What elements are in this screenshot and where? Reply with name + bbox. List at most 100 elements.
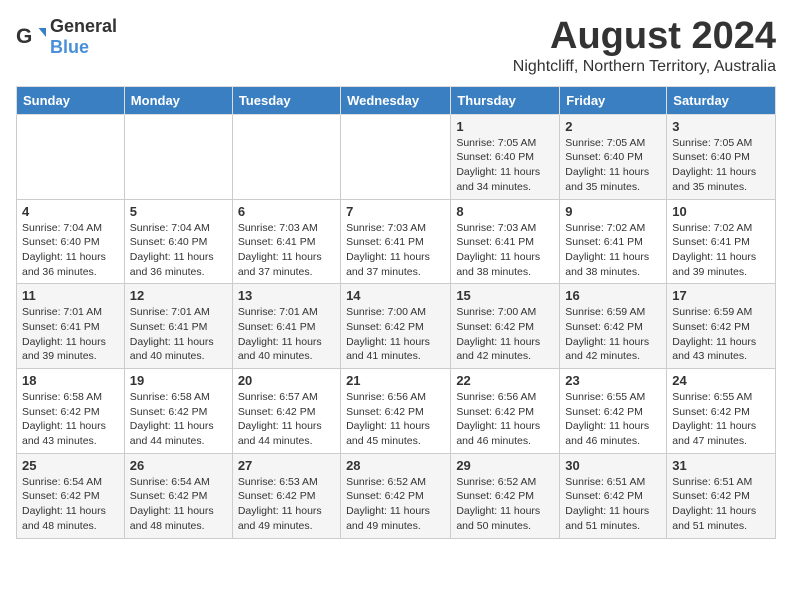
- calendar-cell: 31 Sunrise: 6:51 AMSunset: 6:42 PMDayligh…: [667, 453, 776, 538]
- calendar-cell: 11 Sunrise: 7:01 AMSunset: 6:41 PMDayligh…: [17, 284, 125, 369]
- header-thursday: Thursday: [451, 86, 560, 114]
- day-number: 22: [456, 373, 554, 388]
- logo-icon: G: [16, 22, 46, 52]
- day-info: Sunrise: 6:58 AMSunset: 6:42 PMDaylight:…: [130, 390, 227, 449]
- calendar-cell: 26Sunrise: 6:54 AMSunset: 6:42 PMDayligh…: [124, 453, 232, 538]
- day-number: 26: [130, 458, 227, 473]
- calendar-cell: 30Sunrise: 6:51 AMSunset: 6:42 PMDayligh…: [560, 453, 667, 538]
- calendar-cell: 9 Sunrise: 7:02 AMSunset: 6:41 PMDaylight…: [560, 199, 667, 284]
- day-info: Sunrise: 7:01 AMSunset: 6:41 PMDaylight:…: [238, 305, 335, 364]
- day-number: 14: [346, 288, 445, 303]
- day-info: Sunrise: 7:05 AMSunset: 6:40 PMDaylight:…: [672, 136, 770, 195]
- calendar-cell: [341, 114, 451, 199]
- day-number: 11: [22, 288, 119, 303]
- day-info: Sunrise: 6:59 AMSunset: 6:42 PMDaylight:…: [672, 305, 770, 364]
- day-number: 8: [456, 204, 554, 219]
- calendar-cell: 4 Sunrise: 7:04 AMSunset: 6:40 PMDaylight…: [17, 199, 125, 284]
- calendar-cell: 14 Sunrise: 7:00 AMSunset: 6:42 PMDayligh…: [341, 284, 451, 369]
- day-number: 17: [672, 288, 770, 303]
- header: G General Blue August 2024 Nightcliff, N…: [16, 16, 776, 76]
- calendar-cell: 7 Sunrise: 7:03 AMSunset: 6:41 PMDaylight…: [341, 199, 451, 284]
- page-title: August 2024: [513, 16, 776, 58]
- day-number: 19: [130, 373, 227, 388]
- day-info: Sunrise: 7:03 AMSunset: 6:41 PMDaylight:…: [238, 221, 335, 280]
- calendar-cell: 15Sunrise: 7:00 AMSunset: 6:42 PMDayligh…: [451, 284, 560, 369]
- day-number: 31: [672, 458, 770, 473]
- page-subtitle: Nightcliff, Northern Territory, Australi…: [513, 58, 776, 76]
- calendar-cell: 21 Sunrise: 6:56 AMSunset: 6:42 PMDayligh…: [341, 369, 451, 454]
- logo: G General Blue: [16, 16, 117, 58]
- calendar-cell: 23 Sunrise: 6:55 AMSunset: 6:42 PMDayligh…: [560, 369, 667, 454]
- calendar-cell: 2Sunrise: 7:05 AMSunset: 6:40 PMDaylight…: [560, 114, 667, 199]
- calendar-cell: 8Sunrise: 7:03 AMSunset: 6:41 PMDaylight…: [451, 199, 560, 284]
- day-number: 2: [565, 119, 661, 134]
- day-info: Sunrise: 6:57 AMSunset: 6:42 PMDaylight:…: [238, 390, 335, 449]
- day-number: 27: [238, 458, 335, 473]
- day-info: Sunrise: 7:04 AMSunset: 6:40 PMDaylight:…: [22, 221, 119, 280]
- day-info: Sunrise: 7:00 AMSunset: 6:42 PMDaylight:…: [456, 305, 554, 364]
- day-number: 5: [130, 204, 227, 219]
- day-info: Sunrise: 7:05 AMSunset: 6:40 PMDaylight:…: [456, 136, 554, 195]
- day-info: Sunrise: 7:02 AMSunset: 6:41 PMDaylight:…: [672, 221, 770, 280]
- calendar-cell: 3 Sunrise: 7:05 AMSunset: 6:40 PMDaylight…: [667, 114, 776, 199]
- day-info: Sunrise: 7:03 AMSunset: 6:41 PMDaylight:…: [346, 221, 445, 280]
- calendar-cell: [232, 114, 340, 199]
- calendar-week-4: 18 Sunrise: 6:58 AMSunset: 6:42 PMDayligh…: [17, 369, 776, 454]
- header-wednesday: Wednesday: [341, 86, 451, 114]
- day-number: 29: [456, 458, 554, 473]
- day-number: 9: [565, 204, 661, 219]
- day-number: 3: [672, 119, 770, 134]
- day-info: Sunrise: 6:58 AMSunset: 6:42 PMDaylight:…: [22, 390, 119, 449]
- day-number: 28: [346, 458, 445, 473]
- day-info: Sunrise: 7:01 AMSunset: 6:41 PMDaylight:…: [22, 305, 119, 364]
- day-info: Sunrise: 7:02 AMSunset: 6:41 PMDaylight:…: [565, 221, 661, 280]
- day-number: 18: [22, 373, 119, 388]
- day-info: Sunrise: 6:53 AMSunset: 6:42 PMDaylight:…: [238, 475, 335, 534]
- day-number: 13: [238, 288, 335, 303]
- calendar-week-1: 1 Sunrise: 7:05 AMSunset: 6:40 PMDaylight…: [17, 114, 776, 199]
- calendar-cell: [124, 114, 232, 199]
- day-number: 10: [672, 204, 770, 219]
- calendar-cell: 27 Sunrise: 6:53 AMSunset: 6:42 PMDayligh…: [232, 453, 340, 538]
- day-info: Sunrise: 6:59 AMSunset: 6:42 PMDaylight:…: [565, 305, 661, 364]
- day-info: Sunrise: 6:55 AMSunset: 6:42 PMDaylight:…: [672, 390, 770, 449]
- day-info: Sunrise: 7:00 AMSunset: 6:42 PMDaylight:…: [346, 305, 445, 364]
- day-info: Sunrise: 7:01 AMSunset: 6:41 PMDaylight:…: [130, 305, 227, 364]
- day-info: Sunrise: 6:51 AMSunset: 6:42 PMDaylight:…: [565, 475, 661, 534]
- day-number: 12: [130, 288, 227, 303]
- day-number: 6: [238, 204, 335, 219]
- calendar-cell: 20 Sunrise: 6:57 AMSunset: 6:42 PMDayligh…: [232, 369, 340, 454]
- calendar-week-3: 11 Sunrise: 7:01 AMSunset: 6:41 PMDayligh…: [17, 284, 776, 369]
- header-tuesday: Tuesday: [232, 86, 340, 114]
- calendar-cell: 17 Sunrise: 6:59 AMSunset: 6:42 PMDayligh…: [667, 284, 776, 369]
- day-info: Sunrise: 6:56 AMSunset: 6:42 PMDaylight:…: [346, 390, 445, 449]
- calendar-cell: 16 Sunrise: 6:59 AMSunset: 6:42 PMDayligh…: [560, 284, 667, 369]
- day-info: Sunrise: 6:55 AMSunset: 6:42 PMDaylight:…: [565, 390, 661, 449]
- day-number: 1: [456, 119, 554, 134]
- day-number: 23: [565, 373, 661, 388]
- header-sunday: Sunday: [17, 86, 125, 114]
- calendar-cell: 1 Sunrise: 7:05 AMSunset: 6:40 PMDaylight…: [451, 114, 560, 199]
- day-number: 7: [346, 204, 445, 219]
- day-info: Sunrise: 6:52 AMSunset: 6:42 PMDaylight:…: [456, 475, 554, 534]
- day-number: 25: [22, 458, 119, 473]
- calendar-cell: 28Sunrise: 6:52 AMSunset: 6:42 PMDayligh…: [341, 453, 451, 538]
- day-info: Sunrise: 6:51 AMSunset: 6:42 PMDaylight:…: [672, 475, 770, 534]
- day-number: 21: [346, 373, 445, 388]
- day-info: Sunrise: 6:54 AMSunset: 6:42 PMDaylight:…: [22, 475, 119, 534]
- day-number: 16: [565, 288, 661, 303]
- calendar-cell: 10 Sunrise: 7:02 AMSunset: 6:41 PMDayligh…: [667, 199, 776, 284]
- calendar-week-5: 25 Sunrise: 6:54 AMSunset: 6:42 PMDayligh…: [17, 453, 776, 538]
- header-friday: Friday: [560, 86, 667, 114]
- day-number: 4: [22, 204, 119, 219]
- calendar-cell: 19 Sunrise: 6:58 AMSunset: 6:42 PMDayligh…: [124, 369, 232, 454]
- calendar-table: SundayMondayTuesdayWednesdayThursdayFrid…: [16, 86, 776, 539]
- day-number: 20: [238, 373, 335, 388]
- calendar-cell: 22 Sunrise: 6:56 AMSunset: 6:42 PMDayligh…: [451, 369, 560, 454]
- title-area: August 2024 Nightcliff, Northern Territo…: [513, 16, 776, 76]
- calendar-cell: 25 Sunrise: 6:54 AMSunset: 6:42 PMDayligh…: [17, 453, 125, 538]
- day-info: Sunrise: 6:56 AMSunset: 6:42 PMDaylight:…: [456, 390, 554, 449]
- calendar-cell: 18 Sunrise: 6:58 AMSunset: 6:42 PMDayligh…: [17, 369, 125, 454]
- calendar-cell: 29 Sunrise: 6:52 AMSunset: 6:42 PMDayligh…: [451, 453, 560, 538]
- header-saturday: Saturday: [667, 86, 776, 114]
